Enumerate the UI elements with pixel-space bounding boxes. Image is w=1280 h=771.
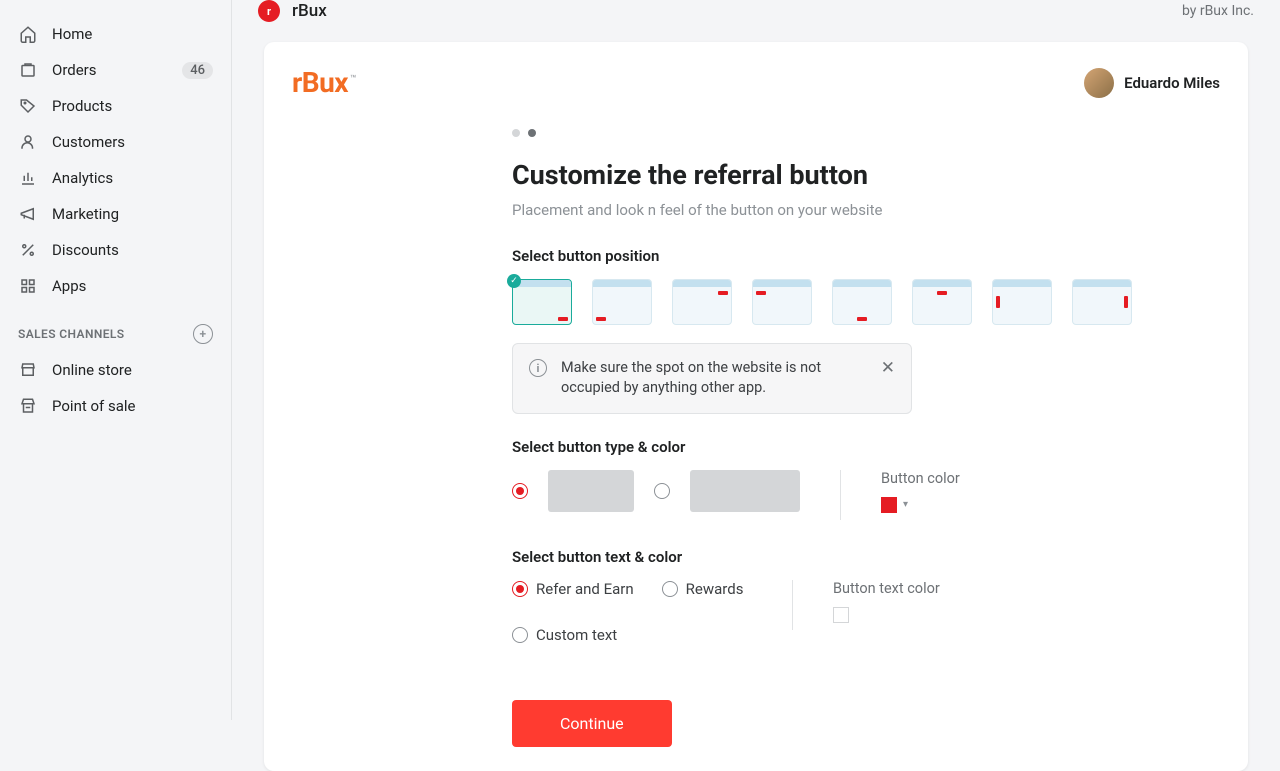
nav-label: Home	[52, 25, 92, 43]
divider	[792, 580, 793, 630]
nav-home[interactable]: Home	[0, 16, 231, 52]
text-option-rewards[interactable]: Rewards	[662, 580, 744, 598]
page-subtitle: Placement and look n feel of the button …	[512, 201, 1132, 219]
chart-icon	[18, 168, 38, 188]
nav-label: Analytics	[52, 169, 113, 187]
nav-label: Marketing	[52, 205, 119, 223]
store-icon	[18, 360, 38, 380]
divider	[840, 470, 841, 520]
text-option-refer[interactable]: Refer and Earn	[512, 580, 634, 598]
section-text-label: Select button text & color	[512, 548, 1132, 566]
position-option-1[interactable]	[512, 279, 572, 325]
topbar: r rBux by rBux Inc.	[232, 0, 1280, 22]
color-picker[interactable]: ▾	[881, 497, 960, 513]
text-option-custom[interactable]: Custom text	[512, 626, 617, 644]
step-indicator	[512, 129, 1132, 137]
nav-label: Discounts	[52, 241, 119, 259]
nav-apps[interactable]: Apps	[0, 268, 231, 304]
app-title: rBux	[292, 1, 327, 21]
user-chip[interactable]: Eduardo Miles	[1084, 68, 1220, 98]
byline: by rBux Inc.	[1182, 3, 1254, 19]
position-option-5[interactable]	[832, 279, 892, 325]
channel-online-store[interactable]: Online store	[0, 352, 231, 388]
nav-label: Products	[52, 97, 112, 115]
position-option-8[interactable]	[1072, 279, 1132, 325]
nav-marketing[interactable]: Marketing	[0, 196, 231, 232]
add-channel-button[interactable]: +	[193, 324, 213, 344]
nav-label: Apps	[52, 277, 86, 295]
nav-label: Online store	[52, 361, 132, 379]
position-grid	[512, 279, 1132, 325]
home-icon	[18, 24, 38, 44]
grid-icon	[18, 276, 38, 296]
position-option-6[interactable]	[912, 279, 972, 325]
card: rBux™ Eduardo Miles Customize the referr…	[264, 42, 1248, 771]
avatar	[1084, 68, 1114, 98]
text-color-label: Button text color	[833, 580, 940, 597]
position-option-2[interactable]	[592, 279, 652, 325]
tip-banner: i Make sure the spot on the website is n…	[512, 343, 912, 414]
channels-header: SALES CHANNELS+	[0, 304, 231, 352]
user-icon	[18, 132, 38, 152]
megaphone-icon	[18, 204, 38, 224]
channel-pos[interactable]: Point of sale	[0, 388, 231, 424]
tag-icon	[18, 96, 38, 116]
page-title: Customize the referral button	[512, 159, 1132, 191]
sidebar: Home Orders 46 Products Customers Analyti…	[0, 0, 232, 720]
tip-text: Make sure the spot on the website is not…	[561, 358, 867, 399]
nav-products[interactable]: Products	[0, 88, 231, 124]
section-type-label: Select button type & color	[512, 438, 1132, 456]
nav-label: Orders	[52, 61, 97, 79]
app-badge-icon: r	[258, 0, 280, 22]
position-option-3[interactable]	[672, 279, 732, 325]
section-position-label: Select button position	[512, 247, 1132, 265]
main: r rBux by rBux Inc. rBux™ Eduardo Miles …	[232, 0, 1280, 720]
percent-icon	[18, 240, 38, 260]
nav-label: Customers	[52, 133, 125, 151]
type-radio-2[interactable]	[654, 483, 670, 499]
orders-badge: 46	[182, 62, 213, 79]
chevron-down-icon: ▾	[903, 499, 908, 510]
type-preview-1	[548, 470, 634, 512]
info-icon: i	[529, 359, 547, 377]
text-color-picker[interactable]	[833, 607, 940, 623]
button-color-label: Button color	[881, 470, 960, 487]
nav-label: Point of sale	[52, 397, 135, 415]
brand-logo: rBux™	[292, 66, 356, 99]
type-preview-2	[690, 470, 800, 512]
color-swatch	[881, 497, 897, 513]
nav-analytics[interactable]: Analytics	[0, 160, 231, 196]
type-radio-1[interactable]	[512, 483, 528, 499]
position-option-7[interactable]	[992, 279, 1052, 325]
user-name: Eduardo Miles	[1124, 74, 1220, 92]
pos-icon	[18, 396, 38, 416]
orders-icon	[18, 60, 38, 80]
color-swatch	[833, 607, 849, 623]
nav-discounts[interactable]: Discounts	[0, 232, 231, 268]
close-icon[interactable]: ✕	[881, 358, 895, 378]
position-option-4[interactable]	[752, 279, 812, 325]
continue-button[interactable]: Continue	[512, 700, 672, 747]
nav-orders[interactable]: Orders 46	[0, 52, 231, 88]
nav-customers[interactable]: Customers	[0, 124, 231, 160]
